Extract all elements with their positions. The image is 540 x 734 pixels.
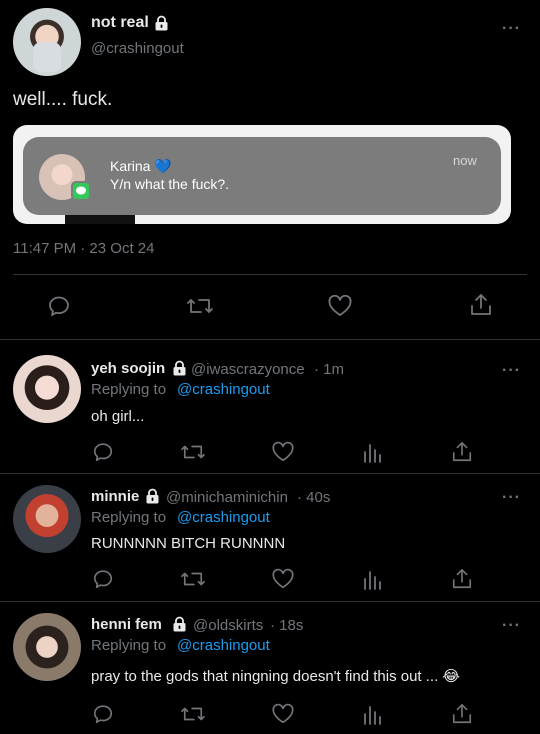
- divider: [13, 274, 527, 275]
- reply-time[interactable]: · 1m: [314, 361, 344, 378]
- notification-message: Y/n what the fuck?.: [110, 176, 230, 192]
- replying-to-mention[interactable]: @crashingout: [177, 381, 270, 398]
- reply-time[interactable]: · 18s: [270, 617, 303, 634]
- reply-handle[interactable]: @iwascrazyonce: [191, 361, 305, 378]
- views-icon[interactable]: [362, 441, 382, 463]
- reply-icon[interactable]: [92, 568, 114, 590]
- like-icon[interactable]: [271, 568, 295, 590]
- share-icon[interactable]: [451, 702, 473, 726]
- lock-icon: [145, 488, 160, 509]
- replying-to-mention[interactable]: @crashingout: [177, 637, 270, 654]
- views-icon[interactable]: [362, 568, 382, 590]
- more-options-icon[interactable]: ···: [502, 20, 521, 38]
- reply-time[interactable]: · 40s: [297, 489, 330, 506]
- reply-text: oh girl...: [91, 408, 145, 425]
- author-display-name[interactable]: not real: [91, 14, 149, 32]
- retweet-icon[interactable]: [180, 568, 206, 590]
- retweet-icon[interactable]: [180, 703, 206, 725]
- more-options-icon[interactable]: ···: [502, 489, 521, 507]
- reply-avatar[interactable]: [13, 613, 81, 681]
- reply-display-name[interactable]: henni fem: [91, 616, 162, 633]
- tweet-text: well.... fuck.: [13, 89, 113, 110]
- lock-icon: [172, 360, 187, 381]
- reply-icon[interactable]: [92, 441, 114, 463]
- reply-display-name[interactable]: minnie: [91, 488, 139, 505]
- share-icon[interactable]: [451, 440, 473, 464]
- notification-sender: Karina 💙: [110, 158, 172, 174]
- author-handle[interactable]: @crashingout: [91, 40, 184, 57]
- reply-avatar[interactable]: [13, 355, 81, 423]
- reply-text: pray to the gods that ningning doesn't f…: [91, 668, 460, 685]
- like-icon[interactable]: [271, 441, 295, 463]
- like-icon[interactable]: [271, 703, 295, 725]
- divider: [0, 339, 540, 340]
- more-options-icon[interactable]: ···: [502, 362, 521, 380]
- retweet-icon[interactable]: [180, 441, 206, 463]
- replying-to-label: Replying to: [91, 509, 167, 526]
- tweet-timestamp[interactable]: 11:47 PM · 23 Oct 24: [13, 240, 154, 257]
- notification-time: now: [453, 153, 477, 168]
- reply-avatar[interactable]: [13, 485, 81, 553]
- lock-icon: [172, 616, 187, 637]
- share-icon[interactable]: [469, 292, 493, 318]
- lock-icon: [154, 15, 169, 36]
- reply-display-name[interactable]: yeh soojin: [91, 360, 165, 377]
- notification-banner[interactable]: Karina 💙 Y/n what the fuck?. now: [23, 137, 501, 215]
- divider: [0, 473, 540, 474]
- retweet-icon[interactable]: [186, 294, 214, 318]
- views-icon[interactable]: [362, 703, 382, 725]
- like-icon[interactable]: [327, 294, 353, 318]
- reply-handle[interactable]: @minichaminichin: [166, 489, 288, 506]
- replying-to-mention[interactable]: @crashingout: [177, 509, 270, 526]
- divider: [0, 601, 540, 602]
- reply-icon[interactable]: [92, 703, 114, 725]
- reply-handle[interactable]: @oldskirts: [193, 617, 263, 634]
- reply-icon[interactable]: [47, 294, 71, 318]
- replying-to-label: Replying to: [91, 637, 167, 654]
- share-icon[interactable]: [451, 567, 473, 591]
- reply-text: RUNNNNN BITCH RUNNNN: [91, 535, 286, 552]
- author-avatar[interactable]: [13, 8, 81, 76]
- messages-app-icon: [71, 181, 91, 201]
- more-options-icon[interactable]: ···: [502, 617, 521, 635]
- tweet-media[interactable]: Karina 💙 Y/n what the fuck?. now: [13, 125, 511, 224]
- replying-to-label: Replying to: [91, 381, 167, 398]
